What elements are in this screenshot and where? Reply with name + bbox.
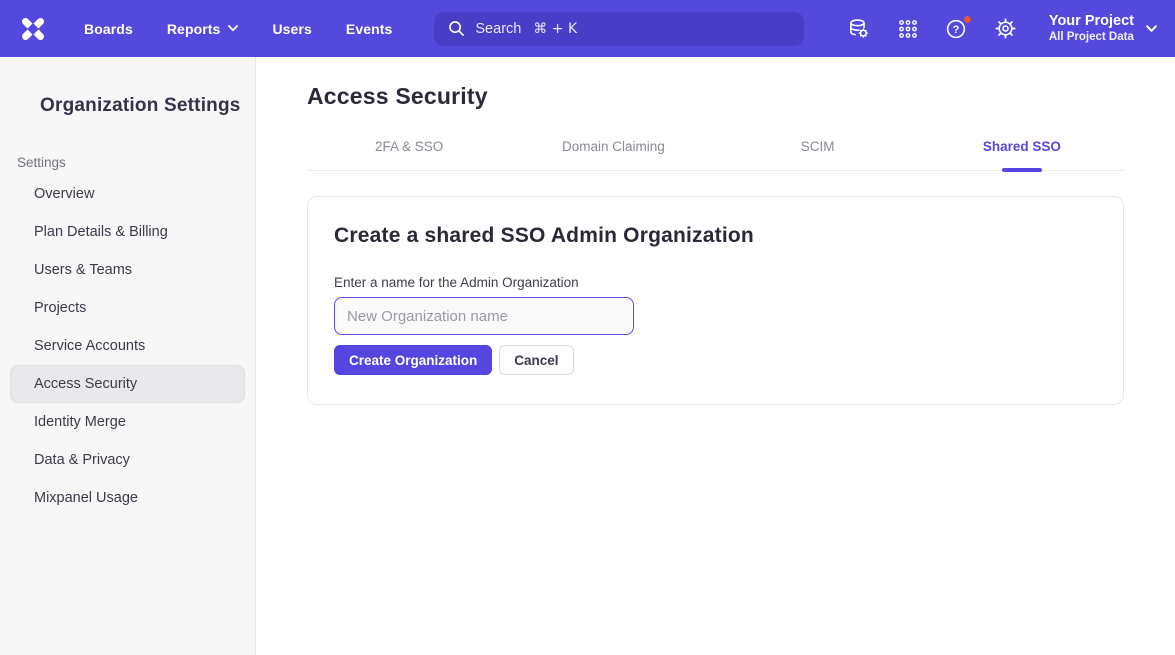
page-title: Access Security [307,83,1124,110]
nav-users[interactable]: Users [272,21,311,37]
settings-gear-icon[interactable] [994,17,1018,41]
svg-text:?: ? [953,24,960,36]
sidebar-item-users-teams[interactable]: Users & Teams [10,251,245,289]
main-content: Access Security 2FA & SSO Domain Claimin… [256,57,1175,655]
sidebar-list: Overview Plan Details & Billing Users & … [0,175,255,517]
apps-grid-icon[interactable] [896,17,920,41]
nav-events-label: Events [346,21,393,37]
card-title: Create a shared SSO Admin Organization [334,224,1097,248]
mixpanel-logo[interactable] [18,14,48,44]
nav-events[interactable]: Events [346,21,393,37]
nav-reports-label: Reports [167,21,221,37]
cancel-button[interactable]: Cancel [499,345,573,375]
sidebar-item-service-accounts[interactable]: Service Accounts [10,327,245,365]
project-text: Your Project All Project Data [1049,12,1134,45]
top-navbar: Boards Reports Users Events Search ⌘ + K [0,0,1175,57]
sidebar-item-mixpanel-usage[interactable]: Mixpanel Usage [10,479,245,517]
nav-boards[interactable]: Boards [84,21,133,37]
project-name: Your Project [1049,12,1134,30]
search-icon [448,20,465,37]
chevron-down-icon [228,25,238,32]
organization-name-input[interactable] [334,297,634,335]
sidebar-section-label: Settings [17,155,255,170]
nav-reports[interactable]: Reports [167,21,239,37]
project-data-view: All Project Data [1049,30,1134,44]
search-placeholder: Search [475,21,521,37]
create-organization-button[interactable]: Create Organization [334,345,492,375]
sidebar-item-data-privacy[interactable]: Data & Privacy [10,441,245,479]
sidebar-item-overview[interactable]: Overview [10,175,245,213]
main-nav: Boards Reports Users Events [84,21,392,37]
tab-domain-claiming[interactable]: Domain Claiming [511,130,715,170]
notification-dot [963,15,972,24]
nav-boards-label: Boards [84,21,133,37]
access-security-tabs: 2FA & SSO Domain Claiming SCIM Shared SS… [307,130,1124,171]
tab-scim[interactable]: SCIM [716,130,920,170]
sidebar-item-projects[interactable]: Projects [10,289,245,327]
sidebar-title: Organization Settings [40,95,255,117]
project-selector[interactable]: Your Project All Project Data [1049,12,1157,45]
org-settings-sidebar: Organization Settings Settings Overview … [0,57,256,655]
help-icon[interactable]: ? [945,17,969,41]
create-shared-sso-card: Create a shared SSO Admin Organization E… [307,196,1124,405]
search-input[interactable]: Search ⌘ + K [434,12,804,46]
org-name-label: Enter a name for the Admin Organization [334,275,1097,290]
search-shortcut: ⌘ + K [533,21,577,37]
data-management-icon[interactable] [847,17,871,41]
sidebar-item-access-security[interactable]: Access Security [10,365,245,403]
tab-shared-sso[interactable]: Shared SSO [920,130,1124,170]
navbar-right-cluster: ? Your Proj [847,12,1157,45]
nav-users-label: Users [272,21,311,37]
chevron-down-icon [1146,25,1157,33]
sidebar-item-identity-merge[interactable]: Identity Merge [10,403,245,441]
card-button-row: Create Organization Cancel [334,345,1097,375]
tab-2fa-sso[interactable]: 2FA & SSO [307,130,511,170]
sidebar-item-plan-details-billing[interactable]: Plan Details & Billing [10,213,245,251]
mixpanel-logo-icon [18,14,48,44]
